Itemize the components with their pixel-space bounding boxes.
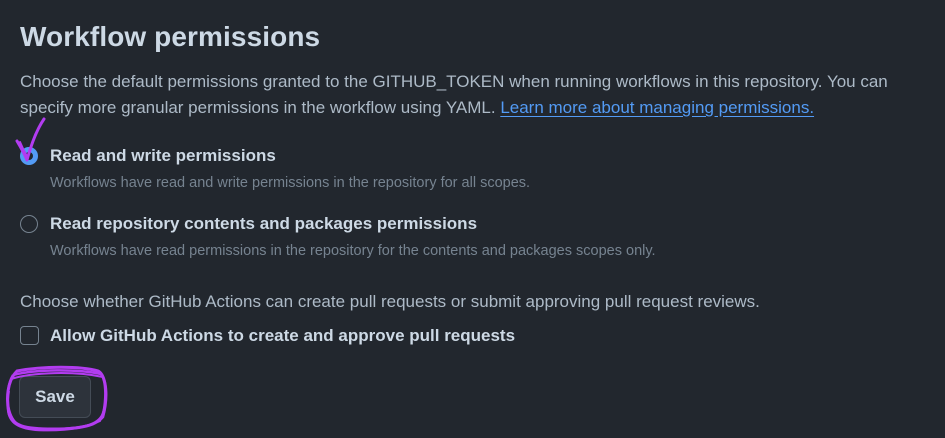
radio-option-read-write[interactable]: Read and write permissions Workflows hav…: [20, 145, 920, 193]
radio-read-only[interactable]: [20, 215, 38, 233]
option-note-read-write: Workflows have read and write permission…: [50, 175, 531, 191]
option-note-read-only: Workflows have read permissions in the r…: [50, 243, 656, 259]
pull-request-question: Choose whether GitHub Actions can create…: [20, 292, 760, 311]
page-title: Workflow permissions: [20, 21, 321, 52]
learn-more-link[interactable]: Learn more about managing permissions.: [500, 98, 814, 117]
radio-read-write[interactable]: [20, 147, 38, 165]
radio-option-read-only[interactable]: Read repository contents and packages pe…: [20, 213, 920, 261]
save-button[interactable]: Save: [19, 376, 91, 418]
allow-pr-checkbox-label: Allow GitHub Actions to create and appro…: [50, 326, 516, 345]
option-label-read-write: Read and write permissions: [50, 146, 276, 165]
allow-pr-checkbox-row[interactable]: Allow GitHub Actions to create and appro…: [20, 325, 920, 349]
allow-pr-checkbox[interactable]: [20, 326, 39, 345]
section-description: Choose the default permissions granted t…: [20, 69, 925, 121]
option-label-read-only: Read repository contents and packages pe…: [50, 214, 478, 233]
